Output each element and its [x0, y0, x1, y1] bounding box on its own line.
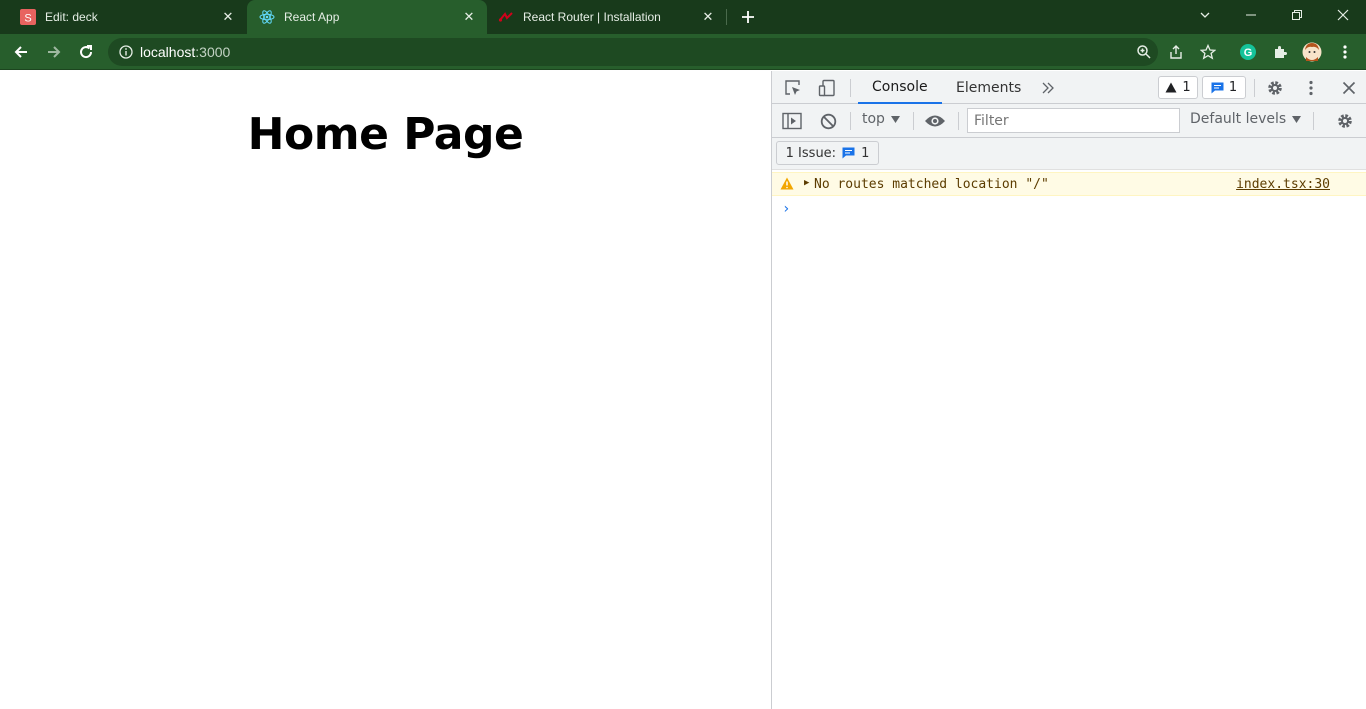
page-viewport: Home Page [0, 71, 771, 709]
close-icon[interactable]: ✕ [700, 9, 716, 25]
new-tab-button[interactable] [736, 0, 760, 34]
chevron-down-icon [1200, 12, 1210, 18]
warnings-count: 1 [1182, 80, 1191, 95]
share-button[interactable] [1161, 34, 1191, 70]
tab-react-app[interactable]: React App ✕ [247, 0, 487, 34]
restore-button[interactable] [1274, 0, 1320, 30]
minimize-icon [1246, 14, 1256, 16]
back-button[interactable] [6, 34, 36, 70]
more-vert-icon[interactable] [1302, 77, 1320, 99]
issues-count: 1 [1228, 80, 1238, 95]
grammarly-icon: G [1240, 44, 1256, 60]
forward-button[interactable] [39, 34, 69, 70]
grammarly-extension-button[interactable]: G [1233, 34, 1263, 70]
device-toolbar-icon[interactable] [816, 78, 838, 98]
message-icon [842, 147, 855, 159]
reload-button[interactable] [71, 34, 101, 70]
page-heading: Home Page [247, 109, 524, 160]
inspect-element-icon[interactable] [782, 78, 804, 98]
toolbar-divider [913, 112, 914, 130]
issues-bar: 1 Issue: 1 [772, 138, 1366, 170]
live-expression-eye-icon[interactable] [923, 111, 947, 131]
tab-elements[interactable]: Elements [942, 71, 1035, 104]
bookmark-button[interactable] [1193, 34, 1223, 70]
log-levels-label: Default levels [1190, 111, 1287, 127]
plus-icon [742, 11, 754, 23]
svg-text:G: G [1244, 47, 1253, 59]
toolbar-divider [850, 79, 851, 97]
toolbar-divider [1254, 79, 1255, 97]
close-icon[interactable]: ✕ [461, 9, 477, 25]
warning-triangle-icon [1165, 82, 1177, 93]
warning-icon [780, 177, 794, 194]
console-warning-message[interactable]: ▶ No routes matched location "/" index.t… [772, 172, 1366, 196]
tab-react-router[interactable]: React Router | Installation ✕ [488, 0, 726, 34]
star-icon [1200, 44, 1216, 60]
tab-title: React App [284, 10, 340, 24]
share-icon [1170, 45, 1182, 59]
arrow-right-icon [48, 46, 61, 58]
url-host: localhost [140, 44, 196, 60]
minimize-button[interactable] [1228, 0, 1274, 30]
console-prompt-chevron-icon[interactable]: › [782, 201, 790, 217]
tab-title: React Router | Installation [523, 10, 661, 24]
profile-button[interactable] [1297, 34, 1327, 70]
context-label: top [862, 111, 885, 127]
tab-edit-deck[interactable]: S Edit: deck ✕ [0, 0, 246, 34]
puzzle-icon [1275, 46, 1287, 58]
close-icon[interactable]: ✕ [220, 9, 236, 25]
source-link[interactable]: index.tsx:30 [1236, 177, 1330, 192]
svg-text:S: S [24, 13, 31, 25]
close-window-button[interactable] [1320, 0, 1366, 30]
console-settings-gear-icon[interactable] [1334, 110, 1356, 132]
tab-strip: S Edit: deck ✕ React App ✕ React Router … [0, 0, 1366, 34]
dropdown-caret-icon [1292, 115, 1302, 123]
react-router-icon [498, 9, 514, 25]
address-bar[interactable]: localhost:3000 [108, 38, 1158, 66]
close-devtools-icon[interactable] [1338, 77, 1360, 99]
toolbar-divider [1313, 112, 1314, 130]
message-icon [1211, 82, 1224, 93]
browser-menu-button[interactable] [1330, 34, 1360, 70]
close-icon [1337, 9, 1349, 21]
console-filter-input[interactable]: Filter [967, 108, 1180, 133]
url-port: :3000 [195, 44, 231, 60]
zoom-icon [1137, 45, 1151, 59]
devtools-panel: Console Elements 1 1 top Filter Default … [771, 71, 1366, 709]
tab-search-button[interactable] [1182, 0, 1228, 30]
issues-button[interactable]: 1 Issue: 1 [776, 141, 879, 165]
browser-toolbar: localhost:3000 G [0, 34, 1366, 70]
restore-icon [1292, 10, 1302, 20]
tab-divider [726, 9, 727, 25]
dropdown-caret-icon [890, 115, 900, 123]
avatar-icon [1302, 42, 1322, 62]
log-levels-dropdown[interactable]: Default levels [1190, 111, 1302, 127]
info-icon[interactable] [112, 38, 140, 66]
console-toolbar: top Filter Default levels [772, 104, 1366, 138]
zoom-button[interactable] [1129, 34, 1159, 70]
sidebar-toggle-icon[interactable] [781, 111, 803, 131]
devtools-tabbar: Console Elements 1 1 [772, 71, 1366, 104]
warnings-badge[interactable]: 1 [1158, 76, 1198, 99]
tab-console[interactable]: Console [858, 71, 942, 104]
toolbar-divider [958, 112, 959, 130]
clear-console-icon[interactable] [818, 111, 838, 131]
url-text: localhost:3000 [140, 44, 230, 60]
expand-triangle-icon[interactable]: ▶ [804, 178, 809, 188]
tab-title: Edit: deck [45, 10, 98, 24]
toolbar-divider [850, 112, 851, 130]
react-atom-icon [259, 9, 275, 25]
reload-icon [80, 45, 93, 59]
issues-badge[interactable]: 1 [1202, 76, 1246, 99]
issues-label: 1 Issue: [785, 145, 837, 161]
more-tabs-chevron-icon[interactable] [1038, 78, 1058, 98]
context-selector[interactable]: top [862, 111, 900, 127]
slides-s-icon: S [20, 9, 36, 25]
more-vert-icon [1343, 45, 1347, 59]
extensions-button[interactable] [1265, 34, 1295, 70]
issues-button-count: 1 [861, 145, 870, 161]
arrow-left-icon [14, 46, 27, 58]
warning-text: No routes matched location "/" [814, 177, 1049, 192]
settings-gear-icon[interactable] [1264, 77, 1286, 99]
